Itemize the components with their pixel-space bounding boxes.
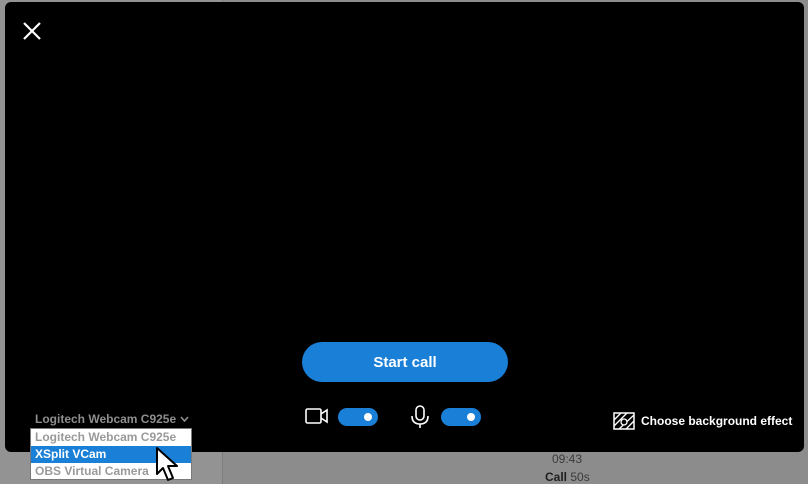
microphone-toggle[interactable] bbox=[441, 408, 481, 426]
webcam-option[interactable]: Logitech Webcam C925e bbox=[31, 429, 191, 446]
background-effect-icon bbox=[613, 412, 635, 430]
chat-call-duration: 50s bbox=[570, 470, 590, 484]
video-camera-icon bbox=[305, 408, 328, 424]
chat-call-label: Call bbox=[545, 470, 568, 484]
microphone-icon bbox=[411, 405, 429, 428]
close-icon bbox=[23, 22, 41, 40]
mouse-cursor-icon bbox=[156, 447, 178, 481]
background-effect-button[interactable]: Choose background effect bbox=[613, 412, 792, 430]
webcam-select[interactable]: Logitech Webcam C925e bbox=[35, 412, 189, 426]
video-toggle-knob bbox=[364, 413, 372, 421]
microphone-toggle-knob bbox=[467, 413, 475, 421]
chevron-down-icon bbox=[180, 416, 189, 422]
close-button[interactable] bbox=[21, 20, 43, 42]
background-effect-label: Choose background effect bbox=[641, 414, 793, 428]
chat-timestamp: 09:43 bbox=[552, 452, 583, 466]
chat-call-entry: Call 50s bbox=[545, 470, 590, 484]
start-call-button[interactable]: Start call bbox=[302, 342, 508, 382]
webcam-select-value: Logitech Webcam C925e bbox=[35, 412, 177, 426]
video-toggle[interactable] bbox=[338, 408, 378, 426]
video-preview-modal: Start call Logitech Webcam C925e Choose … bbox=[5, 2, 804, 452]
